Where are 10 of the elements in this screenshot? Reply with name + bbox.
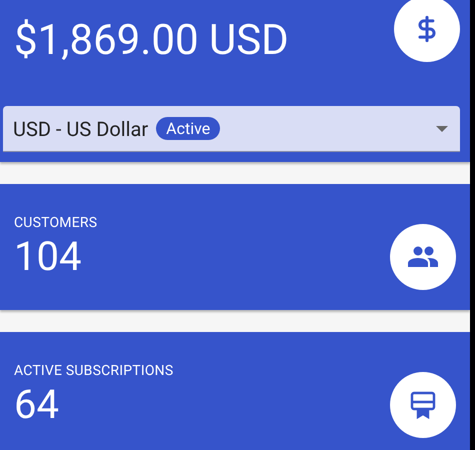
status-badge: Active <box>156 117 220 140</box>
certificate-icon <box>410 391 436 420</box>
people-icon <box>407 246 439 268</box>
stat-label: CUSTOMERS <box>14 215 98 232</box>
stat-label: ACTIVE SUBSCRIPTIONS <box>14 363 174 380</box>
earnings-value: $1,869.00 USD <box>14 18 289 64</box>
stat-value: 64 <box>14 383 60 428</box>
stat-value: 104 <box>14 235 82 280</box>
caret-icon <box>436 126 448 132</box>
currency-select[interactable]: USD - US Dollar Active <box>3 106 460 152</box>
